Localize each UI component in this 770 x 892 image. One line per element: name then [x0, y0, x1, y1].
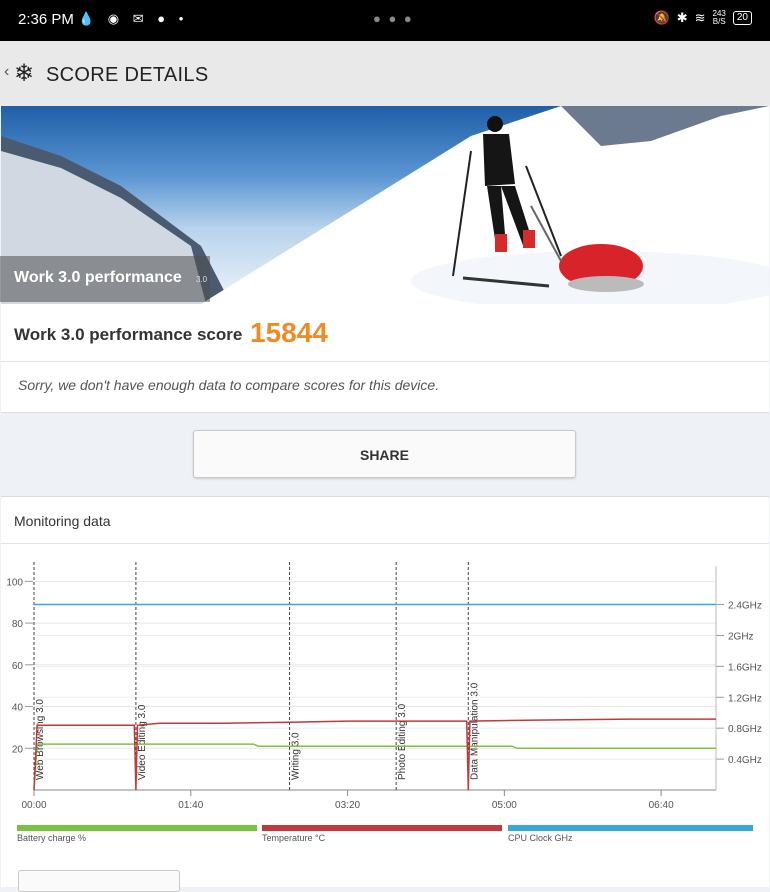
legend-cpu-swatch: [508, 825, 753, 831]
status-right-group: 🔕 ✱ ≋ 243 B/S 20: [654, 10, 752, 26]
legend-battery-label: Battery charge %: [17, 833, 87, 843]
y-left-tick-label: 40: [12, 703, 24, 714]
test-marker-label: Photo Editing 3.0: [397, 703, 408, 780]
hero-version: 3.0: [196, 275, 208, 284]
test-marker-label: Video Editing 3.0: [137, 704, 148, 780]
share-button[interactable]: SHARE: [193, 430, 576, 478]
x-tick-label: 05:00: [492, 800, 517, 811]
y-left-tick-label: 80: [12, 619, 24, 630]
test-marker-label: Data Manipulation 3.0: [469, 682, 480, 780]
mute-icon: 🔕: [653, 10, 670, 25]
notification-icons: 💧 ◉ ✉ ● •: [78, 11, 189, 26]
x-tick-label: 00:00: [21, 800, 46, 811]
score-label: Work 3.0 performance score: [14, 325, 243, 344]
score-card: Work 3.0 performance score 15844 Sorry, …: [1, 304, 769, 413]
monitoring-title: Monitoring data: [14, 513, 111, 529]
bluetooth-icon: ✱: [676, 10, 688, 25]
y-left-tick-label: 100: [6, 577, 23, 588]
partial-button[interactable]: [18, 870, 180, 892]
status-bar: 2:36 PM 💧 ◉ ✉ ● • ● ● ● 🔕 ✱ ≋ 243 B/S 20: [0, 0, 770, 41]
monitoring-divider: [1, 543, 769, 544]
legend-battery-swatch: [17, 825, 257, 831]
score-note: Sorry, we don't have enough data to comp…: [18, 377, 440, 393]
score-divider: [1, 361, 769, 362]
score-value: 15844: [250, 317, 328, 348]
page-title: SCORE DETAILS: [46, 64, 209, 86]
y-right-tick-label: 2.4GHz: [728, 601, 762, 612]
y-right-tick-label: 0.8GHz: [728, 724, 762, 735]
y-left-tick-label: 20: [12, 744, 24, 755]
test-marker-label: Writing 3.0: [291, 732, 302, 780]
back-chevron-icon[interactable]: ‹: [4, 63, 9, 81]
battery-icon: 20: [732, 11, 752, 25]
net-speed-unit: B/S: [712, 17, 726, 26]
status-time: 2:36 PM: [18, 11, 74, 28]
legend-temperature-swatch: [262, 825, 502, 831]
snowflake-icon[interactable]: ❄: [14, 59, 34, 88]
y-right-tick-label: 1.2GHz: [728, 693, 762, 704]
x-tick-label: 03:20: [335, 800, 360, 811]
x-tick-label: 01:40: [178, 800, 203, 811]
legend-temperature-label: Temperature °C: [262, 833, 326, 843]
hero-title: Work 3.0 performance: [14, 269, 182, 286]
x-tick-label: 06:40: [649, 800, 674, 811]
wifi-icon: ≋: [694, 10, 706, 25]
status-dots-icon: ● ● ●: [373, 11, 414, 26]
y-right-tick-label: 0.4GHz: [728, 755, 762, 766]
net-speed: 243 B/S: [713, 10, 726, 26]
app-bar: ‹ ❄ SCORE DETAILS: [0, 41, 770, 106]
y-left-tick-label: 60: [12, 661, 24, 672]
legend-cpu-label: CPU Clock GHz: [508, 833, 573, 843]
y-right-tick-label: 1.6GHz: [728, 662, 762, 673]
y-right-tick-label: 2GHz: [728, 631, 754, 642]
monitoring-chart: 100 80 60 40 20 2.4GHz 2GHz 1.6GHz 1.2GHz 0.8GHz 0…: [6, 562, 762, 811]
